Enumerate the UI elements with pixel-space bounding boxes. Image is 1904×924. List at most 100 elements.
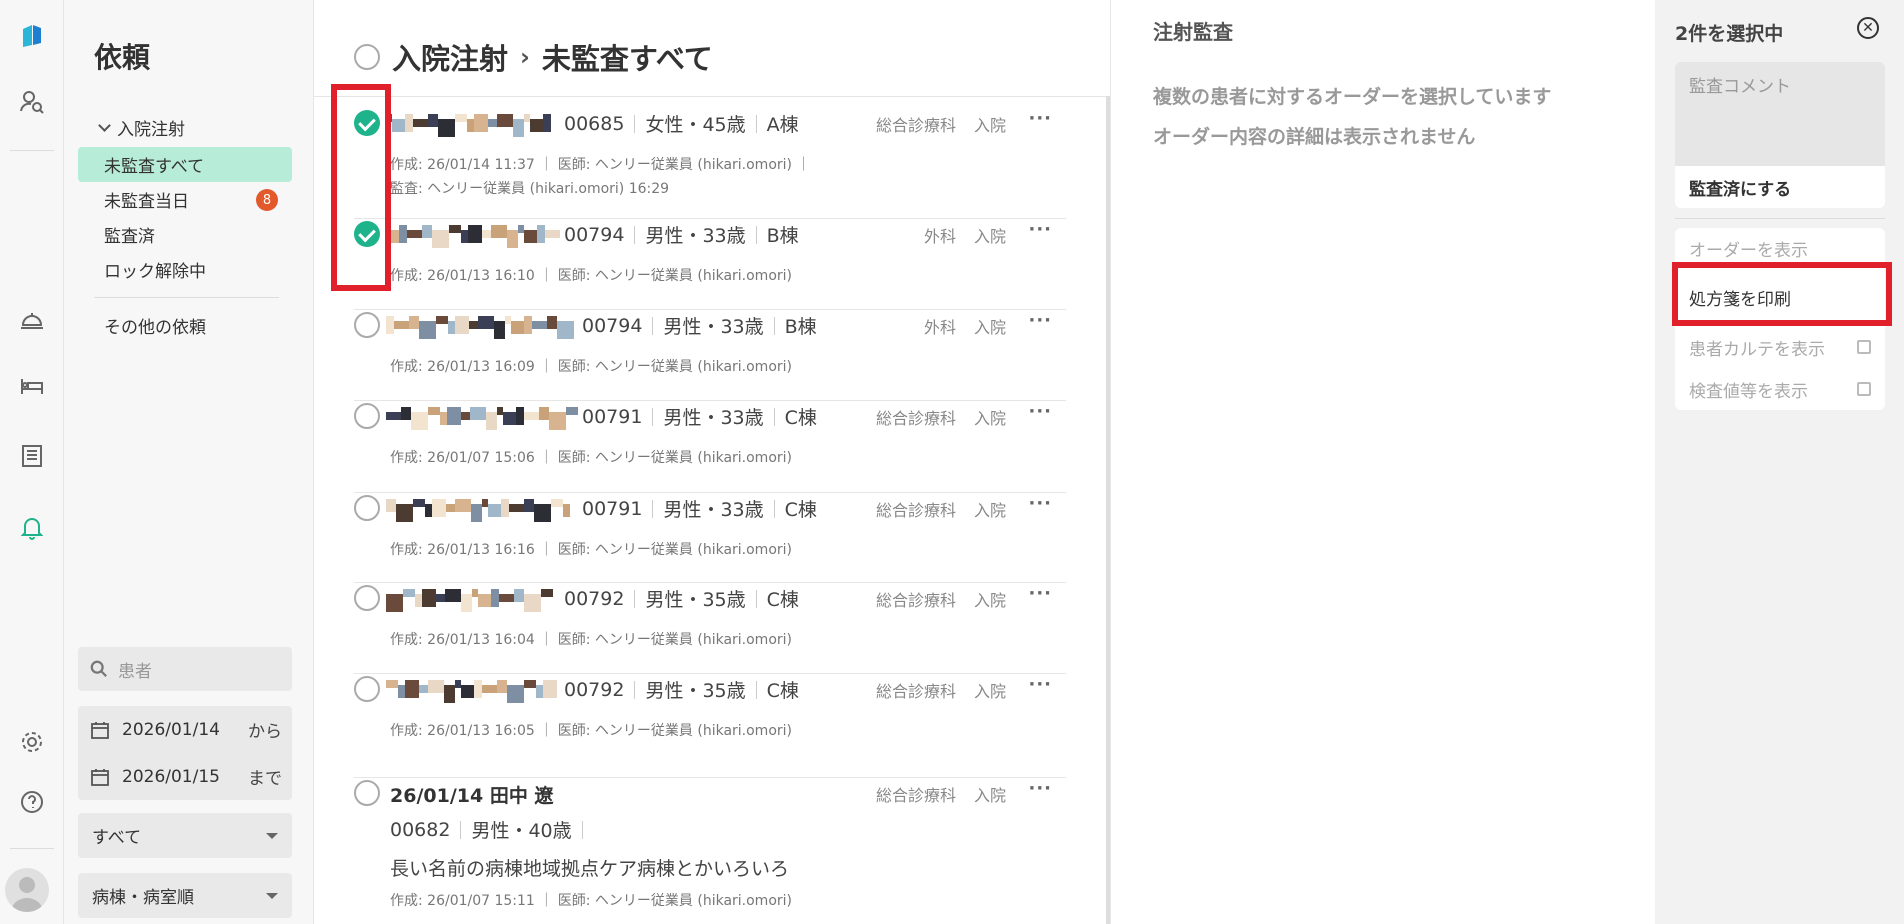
sidebar-item-unaudited-today[interactable]: 未監査当日 8	[78, 182, 292, 217]
bell-icon[interactable]	[8, 504, 56, 552]
department: 総合診療科	[875, 116, 956, 135]
patient-id: 00791	[582, 405, 643, 428]
more-icon[interactable]: ···	[1028, 108, 1052, 129]
sidebar-group-label: 入院注射	[117, 120, 185, 140]
more-icon[interactable]: ···	[1028, 493, 1052, 514]
menu-item-label: 患者カルテを表示	[1689, 339, 1825, 360]
row-meta: 作成: 26/01/13 16:04 ｜ 医師: ヘンリー従業員 (hikari…	[390, 632, 792, 648]
logo-icon[interactable]	[8, 12, 56, 60]
table-row[interactable]: 00792 男性・35歳 C棟 総合診療科 入院 ··· 作成: 26/01/13 16:0…	[354, 583, 1066, 674]
more-icon[interactable]: ···	[1028, 778, 1052, 799]
row-checkbox[interactable]	[354, 495, 380, 521]
row-checkbox[interactable]	[354, 585, 380, 611]
more-icon[interactable]: ···	[1028, 219, 1052, 240]
row-dept: 外科 入院	[924, 223, 1006, 247]
row-checkbox[interactable]	[354, 676, 380, 702]
more-icon[interactable]: ···	[1028, 583, 1052, 604]
help-icon[interactable]	[8, 778, 56, 826]
calendar-icon	[91, 768, 109, 786]
audit-comment-field[interactable]: 監査コメント	[1675, 62, 1885, 166]
row-dept: 総合診療科 入院	[876, 405, 1006, 429]
sidebar-item-audited[interactable]: 監査済	[78, 217, 292, 252]
row-summary: 00792 男性・35歳 C棟	[564, 585, 799, 612]
row-dept: 総合診療科 入院	[876, 678, 1006, 702]
date-to-suffix: まで	[248, 769, 282, 789]
sex-age: 男性・33歳	[663, 499, 764, 521]
bed-icon[interactable]	[8, 362, 56, 410]
row-dept: 総合診療科 入院	[876, 112, 1006, 136]
row-summary: 00682 男性・40歳	[390, 816, 593, 843]
sidebar-item-label: 監査済	[104, 227, 155, 247]
date-from-field[interactable]: 2026/01/14 から	[90, 706, 282, 753]
sidebar-item-other-requests[interactable]: その他の依頼	[78, 308, 292, 343]
ward: 長い名前の病棟地域拠点ケア病棟とかいろいろ	[390, 858, 790, 880]
row-meta: 作成: 26/01/07 15:06 ｜ 医師: ヘンリー従業員 (hikari…	[390, 450, 792, 466]
sidebar-group-toggle[interactable]: 入院注射	[98, 115, 185, 140]
close-icon[interactable]: ✕	[1857, 17, 1879, 39]
gear-icon[interactable]	[8, 718, 56, 766]
table-row[interactable]: 26/01/14 田中 遼 総合診療科 入院 ··· 00682 男性・40歳 …	[354, 778, 1066, 924]
sidebar-item-label: その他の依頼	[104, 318, 206, 338]
admission-type: 入院	[973, 227, 1006, 246]
list-icon[interactable]	[8, 432, 56, 480]
sidebar-title: 依頼	[94, 41, 151, 74]
bell-desk-icon[interactable]	[8, 296, 56, 344]
detail-title: 注射監査	[1153, 20, 1233, 44]
sidebar-item-unlocked[interactable]: ロック解除中	[78, 252, 292, 287]
redacted-name	[386, 589, 553, 612]
ward: C棟	[766, 680, 799, 702]
menu-item-patient-chart[interactable]: 患者カルテを表示	[1675, 327, 1885, 367]
department: 総合診療科	[875, 786, 956, 805]
table-row[interactable]: 00791 男性・33歳 C棟 総合診療科 入院 ··· 作成: 26/01/13 16:1…	[354, 493, 1066, 583]
patient-id: 00792	[564, 678, 625, 701]
table-row[interactable]: 00792 男性・35歳 C棟 総合診療科 入院 ··· 作成: 26/01/13 16:0…	[354, 674, 1066, 778]
filter-select[interactable]: すべて	[78, 813, 292, 858]
patient-id: 00685	[564, 112, 625, 135]
table-row[interactable]: 00685 女性・45歳 A棟 総合診療科 入院 ··· 作成: 26/01/14 11:3…	[354, 108, 1066, 219]
user-search-icon[interactable]	[8, 78, 56, 126]
mark-audited-button[interactable]: 監査済にする	[1675, 166, 1885, 208]
more-icon[interactable]: ···	[1028, 310, 1052, 331]
department: 総合診療科	[875, 501, 956, 520]
external-link-icon	[1857, 382, 1871, 396]
caret-down-icon	[266, 832, 278, 839]
select-all-checkbox[interactable]	[354, 44, 380, 70]
row-meta: 作成: 26/01/14 11:37 ｜ 医師: ヘンリー従業員 (hikari…	[390, 157, 811, 173]
table-row[interactable]: 00794 男性・33歳 B棟 外科 入院 ··· 作成: 26/01/13 16:09 ｜…	[354, 310, 1066, 401]
row-dept: 総合診療科 入院	[876, 782, 1006, 806]
search-placeholder: 患者	[118, 661, 152, 682]
avatar[interactable]	[5, 868, 49, 912]
more-icon[interactable]: ···	[1028, 674, 1052, 695]
ward: B棟	[784, 316, 817, 338]
breadcrumb-separator: ›	[520, 43, 530, 71]
table-row[interactable]: 00794 男性・33歳 B棟 外科 入院 ··· 作成: 26/01/13 16:10 ｜…	[354, 219, 1066, 310]
more-icon[interactable]: ···	[1028, 401, 1052, 422]
sex-age: 男性・35歳	[645, 589, 746, 611]
search-input[interactable]: 患者	[78, 647, 292, 691]
menu-item-lab-values[interactable]: 検査値等を表示	[1675, 369, 1885, 409]
sidebar-item-unaudited-all[interactable]: 未監査すべて	[78, 147, 292, 182]
date-to-field[interactable]: 2026/01/15 まで	[90, 753, 282, 800]
app-root: 依頼 入院注射 未監査すべて 未監査当日 8 監査済 ロック解除中 その他の依頼…	[0, 0, 1904, 924]
row-dept: 総合診療科 入院	[876, 497, 1006, 521]
row-checkbox[interactable]	[354, 780, 380, 806]
page-title: 未監査すべて	[541, 42, 713, 76]
row-dept: 総合診療科 入院	[876, 587, 1006, 611]
department: 外科	[923, 318, 956, 337]
ward: C棟	[784, 499, 817, 521]
row-checkbox[interactable]	[354, 312, 380, 338]
date-to-value: 2026/01/15	[122, 766, 220, 787]
table-row[interactable]: 00791 男性・33歳 C棟 総合診療科 入院 ··· 作成: 26/01/07 15:0…	[354, 401, 1066, 493]
redacted-name	[386, 114, 551, 137]
detail-message: オーダー内容の詳細は表示されません	[1153, 126, 1476, 148]
sort-select[interactable]: 病棟・病室順	[78, 873, 292, 918]
breadcrumb-parent[interactable]: 入院注射	[392, 36, 508, 78]
selection-count: 2件を選択中	[1675, 23, 1784, 45]
admission-type: 入院	[973, 786, 1006, 805]
redacted-name	[386, 407, 578, 430]
row-checkbox[interactable]	[354, 403, 380, 429]
admission-type: 入院	[973, 116, 1006, 135]
row-meta: 作成: 26/01/13 16:09 ｜ 医師: ヘンリー従業員 (hikari…	[390, 359, 792, 375]
detail-pane: 注射監査 複数の患者に対するオーダーを選択しています オーダー内容の詳細は表示さ…	[1110, 0, 1655, 924]
highlight-box	[1672, 262, 1892, 326]
